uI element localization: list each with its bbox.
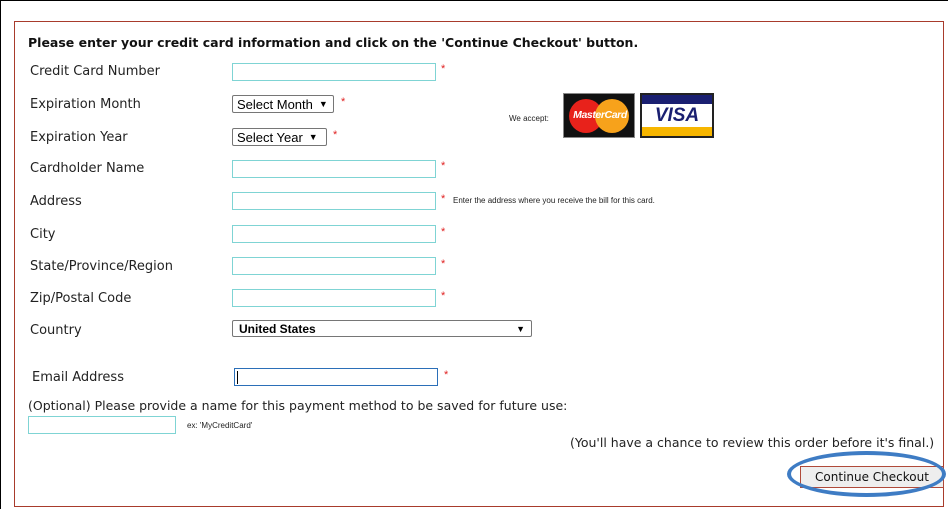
chevron-down-icon: ▼ (318, 99, 328, 109)
card-number-input[interactable] (232, 63, 436, 81)
city-input[interactable] (232, 225, 436, 243)
visa-logo-text: VISA (654, 105, 700, 126)
email-label: Email Address (32, 370, 124, 385)
required-marker: * (441, 258, 446, 270)
exp-year-label: Expiration Year (30, 130, 128, 145)
address-hint: Enter the address where you receive the … (453, 196, 655, 205)
country-select[interactable]: United States ▼ (232, 320, 532, 337)
required-marker: * (441, 160, 446, 172)
email-input[interactable] (234, 368, 438, 386)
exp-year-value: Select Year (237, 129, 303, 145)
required-marker: * (441, 290, 446, 302)
nickname-example: ex: 'MyCreditCard' (187, 421, 253, 430)
state-input[interactable] (232, 257, 436, 275)
exp-year-select[interactable]: Select Year ▼ (232, 128, 327, 146)
mastercard-logo-text: MasterCard (573, 109, 627, 121)
chevron-down-icon: ▼ (308, 132, 318, 142)
text-cursor (237, 371, 238, 384)
optional-name-label: (Optional) Please provide a name for thi… (28, 398, 568, 413)
card-number-label: Credit Card Number (30, 64, 160, 79)
review-note: (You'll have a chance to review this ord… (570, 435, 935, 450)
exp-month-value: Select Month (237, 96, 313, 112)
city-label: City (30, 227, 56, 242)
required-marker: * (441, 63, 446, 75)
exp-month-select[interactable]: Select Month ▼ (232, 95, 334, 113)
continue-checkout-button[interactable]: Continue Checkout (800, 466, 944, 488)
required-marker: * (444, 369, 449, 381)
required-marker: * (341, 96, 346, 108)
required-marker: * (441, 226, 446, 238)
payment-nickname-input[interactable] (28, 416, 176, 434)
exp-month-label: Expiration Month (30, 97, 141, 112)
cardholder-label: Cardholder Name (30, 161, 145, 176)
visa-logo-icon: VISA (640, 93, 714, 138)
country-label: Country (30, 323, 82, 338)
state-label: State/Province/Region (30, 259, 173, 274)
chevron-down-icon: ▼ (516, 323, 525, 334)
we-accept-label: We accept: (509, 114, 549, 123)
form-heading: Please enter your credit card informatio… (28, 35, 639, 50)
cardholder-input[interactable] (232, 160, 436, 178)
required-marker: * (333, 129, 338, 141)
country-value: United States (239, 321, 316, 336)
address-input[interactable] (232, 192, 436, 210)
mastercard-logo-icon: MasterCard (563, 93, 635, 138)
zip-label: Zip/Postal Code (30, 291, 132, 306)
required-marker: * (441, 193, 446, 205)
address-label: Address (30, 194, 82, 209)
zip-input[interactable] (232, 289, 436, 307)
